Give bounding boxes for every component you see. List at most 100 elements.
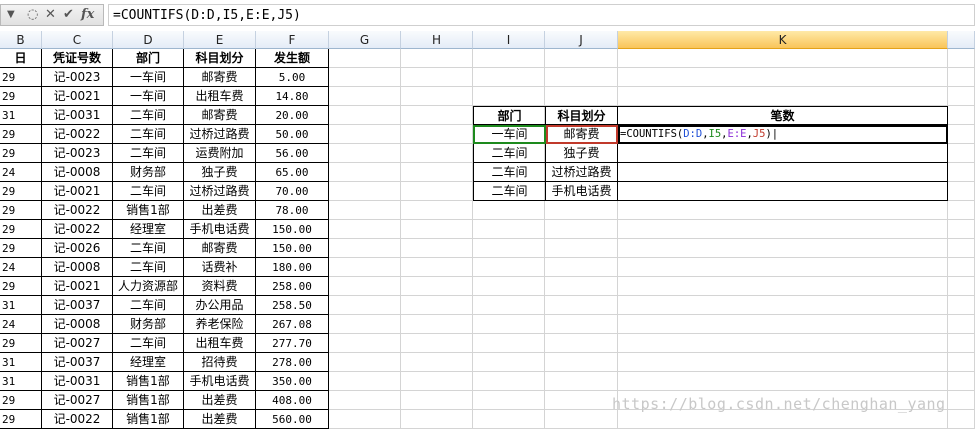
cell-b[interactable]: 29	[0, 68, 42, 87]
cell-e[interactable]: 科目划分	[184, 49, 256, 68]
cell-l[interactable]	[948, 239, 975, 258]
cell-e[interactable]: 过桥过路费	[184, 182, 256, 201]
cell-h[interactable]	[401, 49, 473, 68]
cell-i[interactable]	[473, 315, 545, 334]
column-header-e[interactable]: E	[184, 31, 256, 49]
cell-k[interactable]	[618, 49, 948, 68]
lookup-header-j[interactable]: 科目划分	[546, 106, 618, 125]
cell-c[interactable]: 记-0037	[42, 296, 113, 315]
cell-d[interactable]: 销售1部	[113, 391, 184, 410]
cell-j[interactable]	[545, 220, 618, 239]
cell-f[interactable]: 78.00	[256, 201, 329, 220]
formula-edit-cell[interactable]: =COUNTIFS(D:D,I5,E:E,J5)|	[618, 125, 948, 144]
cell-h[interactable]	[401, 296, 473, 315]
cell-i[interactable]	[473, 296, 545, 315]
cell-d[interactable]: 二车间	[113, 296, 184, 315]
cell-i[interactable]	[473, 353, 545, 372]
cell-b[interactable]: 29	[0, 87, 42, 106]
column-header-f[interactable]: F	[256, 31, 329, 49]
cell-e[interactable]: 养老保险	[184, 315, 256, 334]
cell-g[interactable]	[329, 334, 401, 353]
cell-d[interactable]: 财务部	[113, 315, 184, 334]
cell-f[interactable]: 258.50	[256, 296, 329, 315]
cell-g[interactable]	[329, 315, 401, 334]
cell-c[interactable]: 记-0023	[42, 144, 113, 163]
cell-k[interactable]	[618, 372, 948, 391]
lookup-cell-j[interactable]: 独子费	[546, 144, 618, 163]
lookup-cell-i[interactable]: 二车间	[473, 163, 546, 182]
cell-g[interactable]	[329, 372, 401, 391]
cell-c[interactable]: 记-0022	[42, 125, 113, 144]
cell-g[interactable]	[329, 410, 401, 429]
cell-b[interactable]: 31	[0, 106, 42, 125]
cell-h[interactable]	[401, 391, 473, 410]
cell-g[interactable]	[329, 220, 401, 239]
cell-h[interactable]	[401, 315, 473, 334]
column-header-c[interactable]: C	[42, 31, 113, 49]
cell-l[interactable]	[948, 182, 975, 201]
cell-l[interactable]	[948, 144, 975, 163]
cell-b[interactable]: 29	[0, 334, 42, 353]
cell-c[interactable]: 凭证号数	[42, 49, 113, 68]
cell-j[interactable]	[545, 334, 618, 353]
cell-i[interactable]	[473, 201, 545, 220]
lookup-header-k[interactable]: 笔数	[618, 106, 948, 125]
cell-k[interactable]	[618, 258, 948, 277]
cell-g[interactable]	[329, 201, 401, 220]
cell-e[interactable]: 手机电话费	[184, 220, 256, 239]
cell-l[interactable]	[948, 87, 975, 106]
cell-b[interactable]: 29	[0, 277, 42, 296]
cell-l[interactable]	[948, 68, 975, 87]
cell-e[interactable]: 话费补	[184, 258, 256, 277]
cell-l[interactable]	[948, 334, 975, 353]
cell-b[interactable]: 29	[0, 239, 42, 258]
cell-h[interactable]	[401, 201, 473, 220]
cell-d[interactable]: 销售1部	[113, 410, 184, 429]
cell-l[interactable]	[948, 163, 975, 182]
cell-e[interactable]: 过桥过路费	[184, 125, 256, 144]
cell-l[interactable]	[948, 220, 975, 239]
cell-c[interactable]: 记-0008	[42, 258, 113, 277]
cell-g[interactable]	[329, 239, 401, 258]
cell-i[interactable]	[473, 68, 545, 87]
cell-f[interactable]: 180.00	[256, 258, 329, 277]
lookup-cell-k[interactable]	[618, 163, 948, 182]
cell-f[interactable]: 150.00	[256, 220, 329, 239]
cell-i[interactable]	[473, 391, 545, 410]
cell-h[interactable]	[401, 163, 473, 182]
cell-i[interactable]	[473, 334, 545, 353]
cell-j[interactable]	[545, 87, 618, 106]
cell-k[interactable]	[618, 315, 948, 334]
cell-k[interactable]	[618, 201, 948, 220]
cancel-icon[interactable]: ✕	[45, 8, 56, 22]
cell-h[interactable]	[401, 68, 473, 87]
cell-h[interactable]	[401, 87, 473, 106]
cell-e[interactable]: 招待费	[184, 353, 256, 372]
cell-g[interactable]	[329, 277, 401, 296]
cell-j[interactable]	[545, 239, 618, 258]
cell-c[interactable]: 记-0027	[42, 334, 113, 353]
cell-h[interactable]	[401, 353, 473, 372]
cell-f[interactable]: 发生额	[256, 49, 329, 68]
lookup-cell-i[interactable]: 二车间	[473, 182, 546, 201]
cell-h[interactable]	[401, 125, 473, 144]
cell-f[interactable]: 5.00	[256, 68, 329, 87]
cell-g[interactable]	[329, 144, 401, 163]
cell-i[interactable]	[473, 220, 545, 239]
lookup-cell-j[interactable]: 邮寄费	[546, 125, 618, 144]
cell-i[interactable]	[473, 258, 545, 277]
cell-g[interactable]	[329, 87, 401, 106]
cell-k[interactable]	[618, 220, 948, 239]
cell-b[interactable]: 24	[0, 258, 42, 277]
cell-d[interactable]: 二车间	[113, 239, 184, 258]
cell-g[interactable]	[329, 125, 401, 144]
cell-g[interactable]	[329, 391, 401, 410]
cell-d[interactable]: 二车间	[113, 258, 184, 277]
column-header-h[interactable]: H	[401, 31, 473, 49]
cell-b[interactable]: 31	[0, 372, 42, 391]
cell-h[interactable]	[401, 277, 473, 296]
cell-j[interactable]	[545, 258, 618, 277]
cell-e[interactable]: 运费附加	[184, 144, 256, 163]
cell-b[interactable]: 24	[0, 163, 42, 182]
cell-c[interactable]: 记-0008	[42, 315, 113, 334]
